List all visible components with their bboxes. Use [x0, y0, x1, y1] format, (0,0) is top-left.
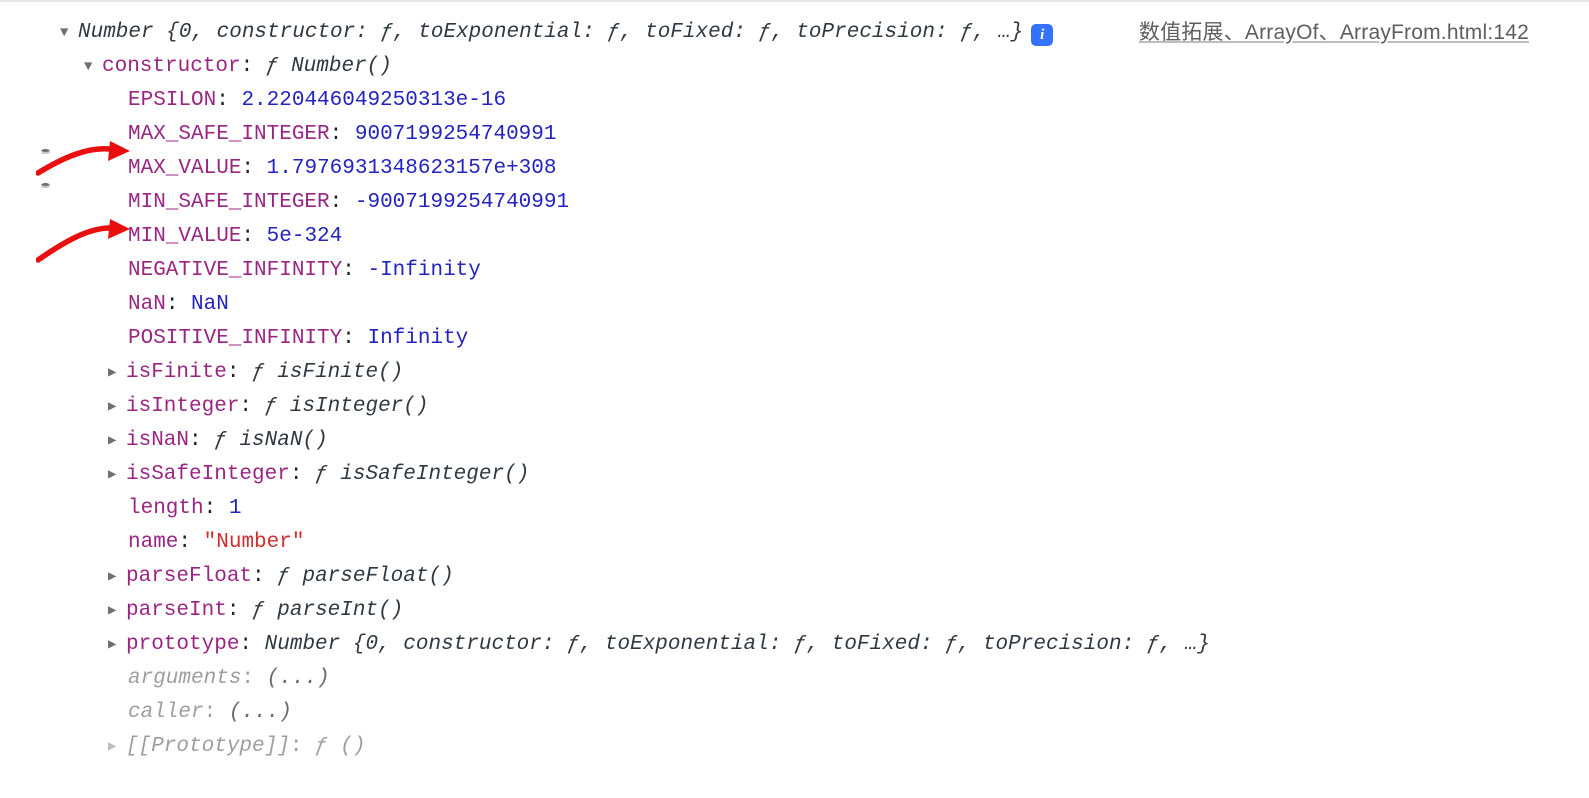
prop-value: -9007199254740991: [355, 186, 569, 220]
row-neg-infinity[interactable]: NEGATIVE_INFINITY: -Infinity: [0, 254, 1589, 288]
function-sig: (): [340, 730, 365, 764]
prop-key: isFinite: [126, 356, 227, 390]
prop-value: 1.7976931348623157e+308: [267, 152, 557, 186]
prop-key: MIN_VALUE: [128, 220, 241, 254]
object-tree: ▼ Number {0, constructor: ƒ, toExponenti…: [0, 16, 1589, 764]
function-symbol-icon: ƒ: [315, 458, 328, 492]
prop-key: name: [128, 526, 178, 560]
prop-key: arguments: [128, 662, 241, 696]
prop-key: constructor: [102, 50, 241, 84]
prop-key: EPSILON: [128, 84, 216, 118]
prop-key: prototype: [126, 628, 239, 662]
function-sig: isSafeInteger(): [340, 458, 529, 492]
row-nan[interactable]: NaN: NaN: [0, 288, 1589, 322]
prop-value: -Infinity: [367, 254, 480, 288]
prop-key: parseInt: [126, 594, 227, 628]
prop-key: POSITIVE_INFINITY: [128, 322, 342, 356]
row-proto-internal[interactable]: ▶ [[Prototype]]: ƒ (): [0, 730, 1589, 764]
function-sig: isFinite(): [277, 356, 403, 390]
row-epsilon[interactable]: EPSILON: 2.220446049250313e-16: [0, 84, 1589, 118]
prop-key: NEGATIVE_INFINITY: [128, 254, 342, 288]
prop-key: length: [128, 492, 204, 526]
prop-key: MIN_SAFE_INTEGER: [128, 186, 330, 220]
row-max-value[interactable]: MAX_VALUE: 1.7976931348623157e+308: [0, 152, 1589, 186]
chevron-right-icon[interactable]: ▶: [108, 736, 126, 759]
object-summary: Number {0, constructor: ƒ, toExponential…: [78, 16, 1023, 50]
prop-value: NaN: [191, 288, 229, 322]
row-isfinite[interactable]: ▶ isFinite: ƒ isFinite(): [0, 356, 1589, 390]
row-max-safe-integer[interactable]: MAX_SAFE_INTEGER: 9007199254740991: [0, 118, 1589, 152]
prop-value: 5e-324: [267, 220, 343, 254]
info-icon[interactable]: i: [1031, 24, 1053, 46]
prop-value: Infinity: [367, 322, 468, 356]
row-constructor[interactable]: ▼ constructor: ƒ Number(): [0, 50, 1589, 84]
prop-value: "Number": [204, 526, 305, 560]
row-isnan[interactable]: ▶ isNaN: ƒ isNaN(): [0, 424, 1589, 458]
function-symbol-icon: ƒ: [315, 730, 328, 764]
row-issafeinteger[interactable]: ▶ isSafeInteger: ƒ isSafeInteger(): [0, 458, 1589, 492]
chevron-down-icon[interactable]: ▼: [84, 56, 102, 79]
prop-key: [[Prototype]]: [126, 730, 290, 764]
row-pos-infinity[interactable]: POSITIVE_INFINITY: Infinity: [0, 322, 1589, 356]
chevron-right-icon[interactable]: ▶: [108, 362, 126, 385]
function-symbol-icon: ƒ: [252, 594, 265, 628]
function-symbol-icon: ƒ: [277, 560, 290, 594]
prop-key: NaN: [128, 288, 166, 322]
row-min-safe-integer[interactable]: MIN_SAFE_INTEGER: -9007199254740991: [0, 186, 1589, 220]
row-name[interactable]: name: "Number": [0, 526, 1589, 560]
function-symbol-icon: ƒ: [265, 390, 278, 424]
prop-key: MAX_SAFE_INTEGER: [128, 118, 330, 152]
row-parsefloat[interactable]: ▶ parseFloat: ƒ parseFloat(): [0, 560, 1589, 594]
function-sig: parseFloat(): [302, 560, 453, 594]
row-arguments[interactable]: arguments: (...): [0, 662, 1589, 696]
row-length[interactable]: length: 1: [0, 492, 1589, 526]
function-symbol-icon: ƒ: [214, 424, 227, 458]
prop-value: 2.220446049250313e-16: [241, 84, 506, 118]
chevron-right-icon[interactable]: ▶: [108, 634, 126, 657]
prop-value: 1: [229, 492, 242, 526]
row-caller[interactable]: caller: (...): [0, 696, 1589, 730]
function-symbol-icon: ƒ: [266, 50, 279, 84]
chevron-down-icon[interactable]: ▼: [60, 22, 78, 45]
prop-key: MAX_VALUE: [128, 152, 241, 186]
row-prototype[interactable]: ▶ prototype: Number {0, constructor: ƒ, …: [0, 628, 1589, 662]
prop-key: isSafeInteger: [126, 458, 290, 492]
console-panel: 数值拓展、ArrayOf、ArrayFrom.html:142 ▼ Number…: [0, 0, 1589, 798]
prop-value[interactable]: (...): [229, 696, 292, 730]
prop-key: isNaN: [126, 424, 189, 458]
function-sig: parseInt(): [277, 594, 403, 628]
chevron-right-icon[interactable]: ▶: [108, 430, 126, 453]
prop-value[interactable]: (...): [267, 662, 330, 696]
row-isinteger[interactable]: ▶ isInteger: ƒ isInteger(): [0, 390, 1589, 424]
prop-value: 9007199254740991: [355, 118, 557, 152]
function-symbol-icon: ƒ: [252, 356, 265, 390]
chevron-right-icon[interactable]: ▶: [108, 566, 126, 589]
prop-key: parseFloat: [126, 560, 252, 594]
function-sig: isInteger(): [290, 390, 429, 424]
row-parseint[interactable]: ▶ parseInt: ƒ parseInt(): [0, 594, 1589, 628]
row-min-value[interactable]: MIN_VALUE: 5e-324: [0, 220, 1589, 254]
function-sig: Number(): [291, 50, 392, 84]
object-summary: Number {0, constructor: ƒ, toExponential…: [265, 628, 1210, 662]
chevron-right-icon[interactable]: ▶: [108, 396, 126, 419]
source-link[interactable]: 数值拓展、ArrayOf、ArrayFrom.html:142: [1139, 16, 1529, 46]
prop-key: caller: [128, 696, 204, 730]
chevron-right-icon[interactable]: ▶: [108, 464, 126, 487]
chevron-right-icon[interactable]: ▶: [108, 600, 126, 623]
prop-key: isInteger: [126, 390, 239, 424]
function-sig: isNaN(): [239, 424, 327, 458]
